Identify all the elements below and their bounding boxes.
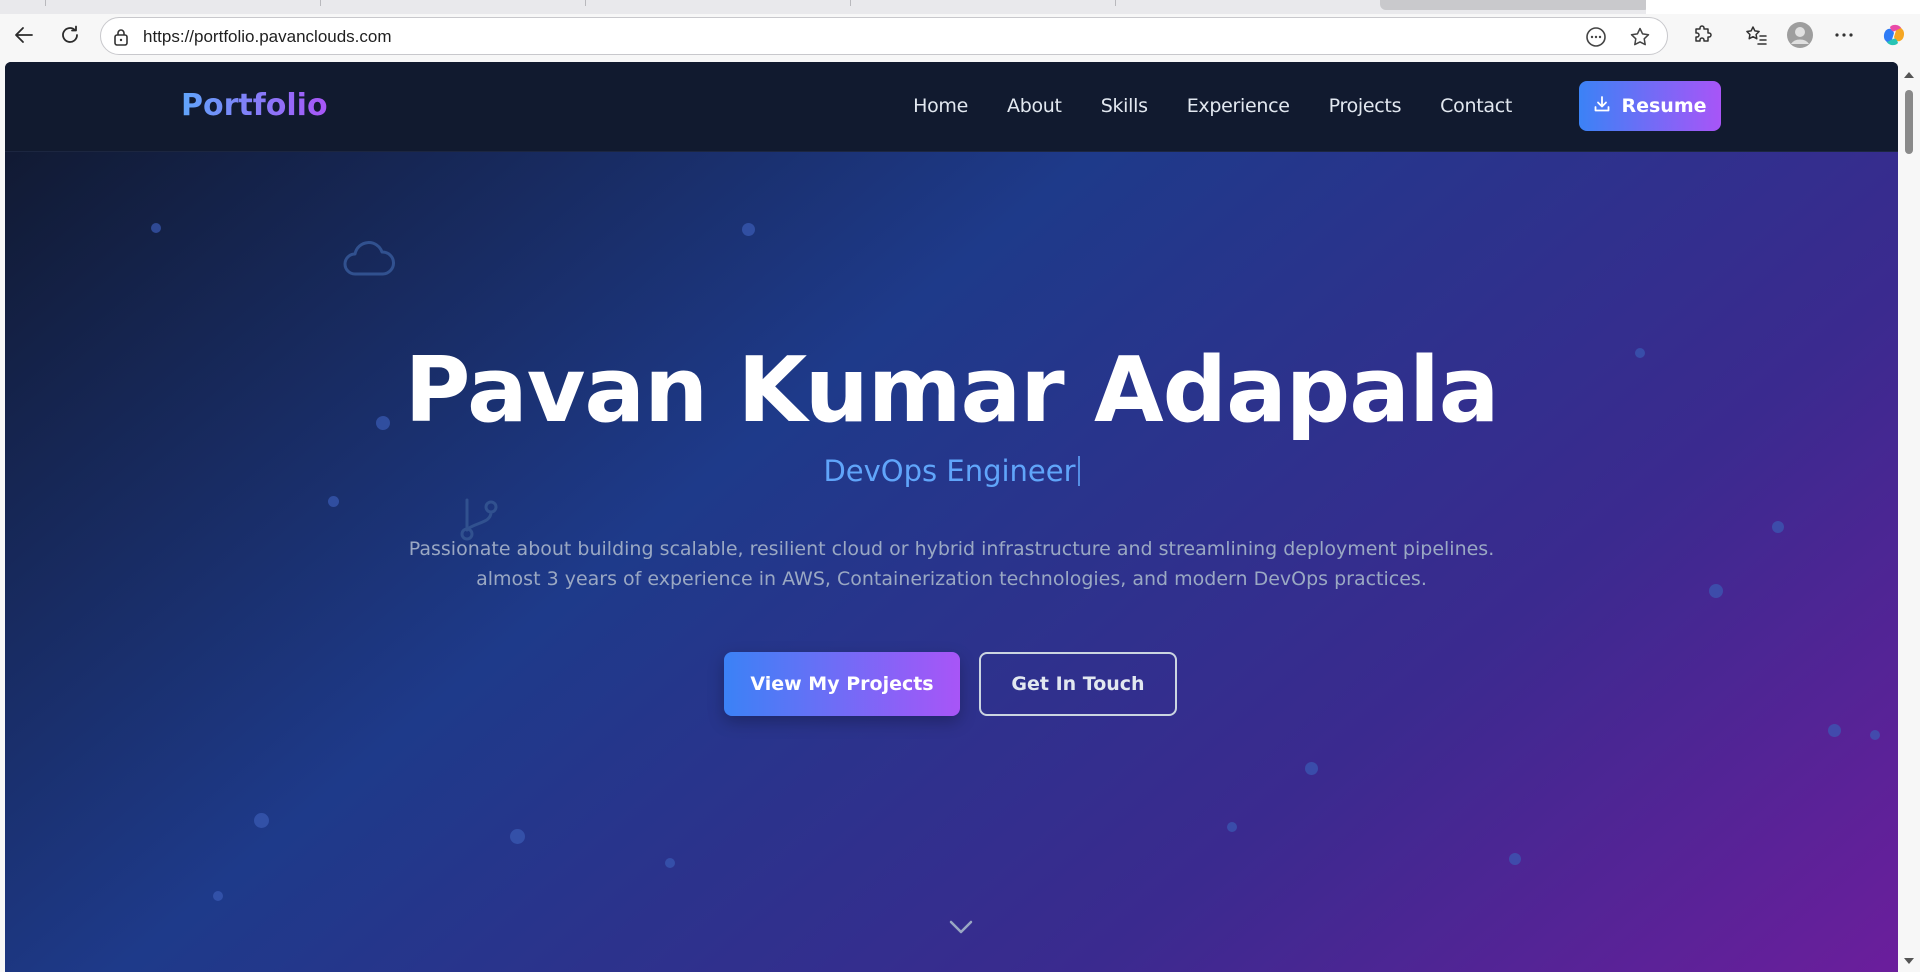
page-scrollbar[interactable] xyxy=(1898,62,1920,972)
get-in-touch-button[interactable]: Get In Touch xyxy=(979,652,1177,716)
resume-button[interactable]: Resume xyxy=(1579,81,1721,131)
hero-name: Pavan Kumar Adapala xyxy=(404,338,1499,443)
browser-tab[interactable] xyxy=(1380,0,1650,10)
particle-dot xyxy=(510,829,525,844)
lock-icon[interactable] xyxy=(113,28,129,51)
particle-dot xyxy=(254,813,269,828)
resume-label: Resume xyxy=(1621,95,1707,117)
hero-section: Pavan Kumar Adapala DevOps Engineer Pass… xyxy=(5,152,1898,972)
particle-dot xyxy=(1227,822,1237,832)
more-icon[interactable] xyxy=(1824,15,1864,55)
scroll-up-arrow-icon[interactable] xyxy=(1903,70,1915,80)
hero-role-text: DevOps Engineer xyxy=(823,454,1076,488)
particle-dot xyxy=(742,223,755,236)
particle-dot xyxy=(1772,521,1784,533)
nav-link-projects[interactable]: Projects xyxy=(1329,95,1402,117)
view-projects-button[interactable]: View My Projects xyxy=(724,652,960,716)
back-arrow-icon[interactable] xyxy=(4,15,44,55)
cloud-icon xyxy=(341,234,397,287)
nav-link-experience[interactable]: Experience xyxy=(1187,95,1290,117)
reload-icon[interactable] xyxy=(50,15,90,55)
browser-tab-active[interactable] xyxy=(1646,0,1920,14)
particle-dot xyxy=(328,496,339,507)
puzzle-icon[interactable] xyxy=(1683,15,1723,55)
tab-separator xyxy=(850,0,851,6)
download-icon xyxy=(1593,95,1611,118)
copilot-icon[interactable] xyxy=(1874,15,1914,55)
hero-description-line: Passionate about building scalable, resi… xyxy=(408,538,1495,560)
hero-role: DevOps Engineer xyxy=(5,454,1898,488)
profile-icon[interactable] xyxy=(1780,15,1820,55)
brand-logo[interactable]: Portfolio xyxy=(181,88,328,123)
scroll-down-arrow-icon[interactable] xyxy=(1903,956,1915,966)
nav-link-home[interactable]: Home xyxy=(913,95,968,117)
url-text[interactable]: https://portfolio.pavanclouds.com xyxy=(143,27,392,47)
particle-dot xyxy=(1305,762,1318,775)
tab-separator xyxy=(45,0,46,6)
typing-caret xyxy=(1077,456,1080,486)
reading-mode-icon[interactable] xyxy=(1585,26,1607,48)
hero-description: Passionate about building scalable, resi… xyxy=(5,534,1898,594)
tab-separator xyxy=(320,0,321,6)
particle-dot xyxy=(1870,730,1880,740)
browser-toolbar: https://portfolio.pavanclouds.com xyxy=(0,14,1920,62)
nav-links: Home About Skills Experience Projects Co… xyxy=(874,95,1512,117)
nav-link-about[interactable]: About xyxy=(1007,95,1062,117)
particle-dot xyxy=(665,858,675,868)
scrollbar-thumb[interactable] xyxy=(1905,90,1913,154)
favorites-list-icon[interactable] xyxy=(1736,15,1776,55)
hero-description-line: almost 3 years of experience in AWS, Con… xyxy=(476,568,1427,590)
page-viewport: Portfolio Home About Skills Experience P… xyxy=(5,62,1898,972)
particle-dot xyxy=(1828,724,1841,737)
particle-dot xyxy=(1509,853,1521,865)
chevron-down-icon[interactable] xyxy=(946,916,976,938)
nav-link-contact[interactable]: Contact xyxy=(1440,95,1512,117)
particle-dot xyxy=(151,223,161,233)
tab-separator xyxy=(585,0,586,6)
tab-strip xyxy=(0,0,1920,14)
particle-dot xyxy=(213,891,223,901)
address-bar[interactable]: https://portfolio.pavanclouds.com xyxy=(100,17,1668,55)
nav-link-skills[interactable]: Skills xyxy=(1101,95,1148,117)
star-icon[interactable] xyxy=(1629,26,1651,48)
site-header: Portfolio Home About Skills Experience P… xyxy=(5,62,1898,152)
tab-separator xyxy=(1115,0,1116,6)
